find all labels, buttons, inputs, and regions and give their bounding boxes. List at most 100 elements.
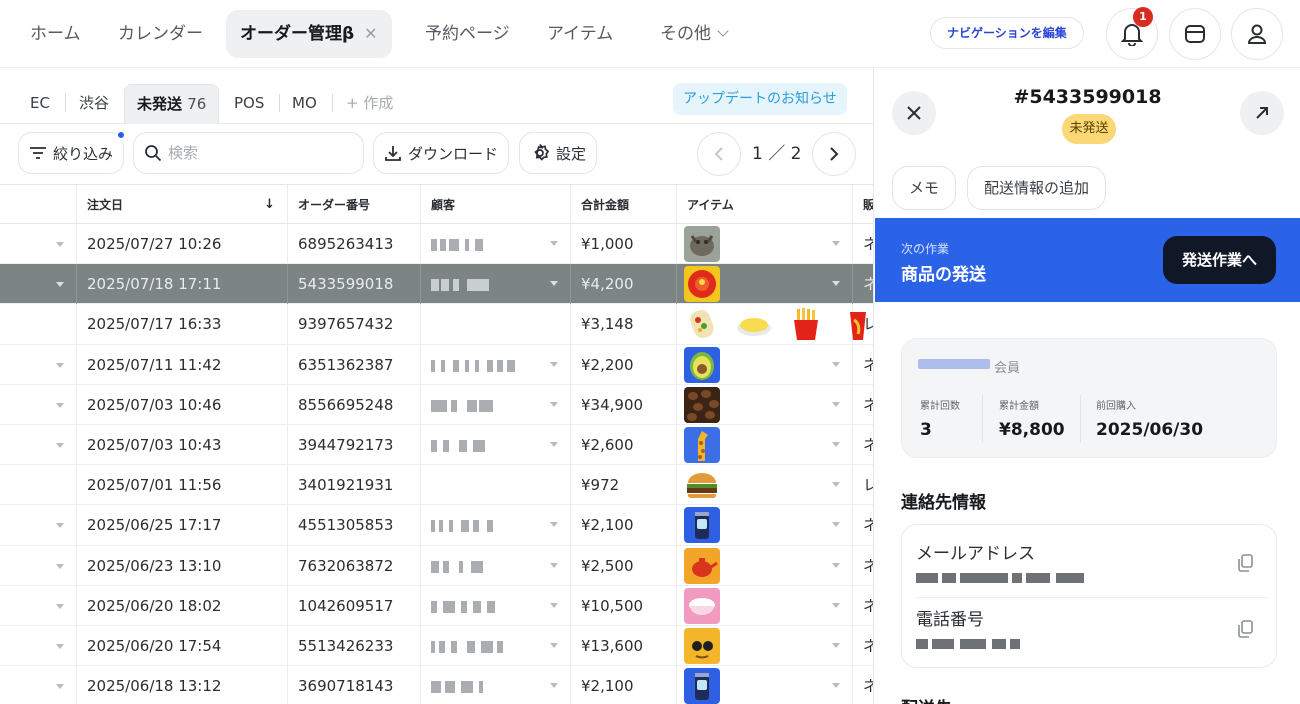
item-thumbnail-cat[interactable] xyxy=(684,226,720,262)
subtab-mo[interactable]: MO xyxy=(292,84,317,124)
customer-dropdown-icon[interactable] xyxy=(550,522,558,528)
expand-row-icon[interactable] xyxy=(56,643,64,649)
edit-navigation-button[interactable]: ナビゲーションを編集 xyxy=(930,17,1084,49)
add-shipping-info-button[interactable]: 配送情報の追加 xyxy=(967,166,1107,210)
table-row[interactable]: 2025/06/23 13:107632063872 ¥2,500 ネ xyxy=(0,545,873,586)
expand-row-icon[interactable] xyxy=(56,603,64,609)
expand-row-icon[interactable] xyxy=(56,362,64,368)
table-row-selected[interactable]: 2025/07/18 17:115433599018 ¥4,200 ネ xyxy=(0,264,873,305)
item-thumbnail-fries[interactable] xyxy=(788,306,824,342)
items-dropdown-icon[interactable] xyxy=(832,562,840,568)
store-button[interactable] xyxy=(1169,8,1221,60)
sort-descending-icon[interactable]: ↓ xyxy=(264,185,275,225)
customer-dropdown-icon[interactable] xyxy=(550,401,558,407)
settings-button[interactable]: 設定 xyxy=(519,132,598,174)
next-action-label: 次の作業 xyxy=(901,242,950,256)
items-dropdown-icon[interactable] xyxy=(832,683,840,689)
column-header-total[interactable]: 合計金額 xyxy=(570,185,676,225)
item-thumbnail-coffee[interactable] xyxy=(684,386,720,423)
item-thumbnail-can[interactable] xyxy=(684,668,720,704)
search-input[interactable] xyxy=(168,144,348,162)
copy-phone-icon[interactable] xyxy=(1236,619,1254,639)
items-dropdown-icon[interactable] xyxy=(832,241,840,246)
table-row[interactable]: 2025/07/11 11:426351362387 ¥2,200 ネ xyxy=(0,344,873,385)
table-row[interactable]: 2025/07/03 10:468556695248 ¥34,900 ネ xyxy=(0,384,873,425)
table-row[interactable]: 2025/06/20 18:021042609517 ¥10,500 ネ xyxy=(0,585,873,626)
item-thumbnail-giraffe[interactable] xyxy=(684,426,720,463)
customer-dropdown-icon[interactable] xyxy=(550,361,558,367)
expand-row-icon[interactable] xyxy=(56,402,64,408)
expand-row-icon[interactable] xyxy=(56,563,64,569)
customer-dropdown-icon[interactable] xyxy=(550,241,558,246)
table-row[interactable]: 2025/06/20 17:545513426233 ¥13,600 ネ xyxy=(0,625,873,667)
item-thumbnail-drink[interactable] xyxy=(840,306,873,342)
subtab-pos[interactable]: POS xyxy=(234,84,264,124)
item-thumbnail-avocado[interactable] xyxy=(684,346,720,383)
items-dropdown-icon[interactable] xyxy=(832,602,840,608)
item-thumbnails xyxy=(684,226,720,262)
close-tab-icon[interactable]: ✕ xyxy=(364,24,377,43)
table-row[interactable]: 2025/07/27 10:266895263413 ¥1,000 ネ xyxy=(0,224,873,265)
customer-dropdown-icon[interactable] xyxy=(550,683,558,689)
next-page-button[interactable] xyxy=(812,132,856,176)
items-dropdown-icon[interactable] xyxy=(832,281,840,287)
table-row[interactable]: 2025/06/18 13:123690718143 ¥2,100 ネ xyxy=(0,666,873,704)
items-dropdown-icon[interactable] xyxy=(832,522,840,528)
table-row[interactable]: 2025/06/25 17:174551305853 ¥2,100 ネ xyxy=(0,505,873,546)
item-thumbnail-omelette[interactable] xyxy=(736,306,772,342)
search-box[interactable] xyxy=(133,132,364,174)
table-row[interactable]: 2025/07/01 11:563401921931 ¥972 レ xyxy=(0,465,873,506)
prev-page-button[interactable] xyxy=(697,132,741,176)
start-shipping-button[interactable]: 発送作業へ xyxy=(1163,236,1276,284)
expand-row-icon[interactable] xyxy=(56,242,64,247)
subtab-shibuya[interactable]: 渋谷 xyxy=(79,84,109,124)
filter-button[interactable]: 絞り込み xyxy=(18,130,127,174)
customer-dropdown-icon[interactable] xyxy=(550,602,558,608)
item-thumbnail-burrito[interactable] xyxy=(684,306,720,342)
update-notice-button[interactable]: アップデートのお知らせ xyxy=(673,83,847,115)
item-thumbnail-can[interactable] xyxy=(684,507,720,544)
items-dropdown-icon[interactable] xyxy=(832,482,840,488)
nav-reservation[interactable]: 予約ページ xyxy=(425,10,510,58)
column-header-date[interactable]: 注文日 ↓ xyxy=(76,185,287,225)
sales-channel-cell: ネ xyxy=(852,384,873,425)
stat-divider xyxy=(1080,395,1081,443)
expand-row-icon[interactable] xyxy=(56,523,64,529)
table-row[interactable]: 2025/07/17 16:339397657432¥3,148レ xyxy=(0,304,873,345)
download-button[interactable]: ダウンロード xyxy=(373,132,510,174)
items-dropdown-icon[interactable] xyxy=(832,642,840,648)
account-button[interactable] xyxy=(1231,8,1283,60)
customer-dropdown-icon[interactable] xyxy=(550,441,558,447)
column-header-customer[interactable]: 顧客 xyxy=(420,185,570,225)
create-tab-button[interactable]: + 作成 xyxy=(346,84,393,124)
nav-home[interactable]: ホーム xyxy=(30,10,81,58)
item-thumbnail-bowl[interactable] xyxy=(684,587,720,624)
copy-email-icon[interactable] xyxy=(1236,553,1254,573)
column-header-channel[interactable]: 販 xyxy=(852,185,873,225)
table-row[interactable]: 2025/07/03 10:433944792173 ¥2,600 ネ xyxy=(0,424,873,466)
expand-row-icon[interactable] xyxy=(56,684,64,690)
item-thumbnail-face[interactable] xyxy=(684,627,720,664)
expand-row-icon[interactable] xyxy=(56,282,64,288)
subtab-ec[interactable]: EC xyxy=(30,84,50,124)
memo-button[interactable]: メモ xyxy=(892,166,957,210)
expand-row-icon[interactable] xyxy=(56,442,64,448)
customer-dropdown-icon[interactable] xyxy=(550,562,558,568)
notifications-button[interactable]: 1 xyxy=(1106,7,1158,60)
column-header-order-no[interactable]: オーダー番号 xyxy=(287,185,420,225)
customer-dropdown-icon[interactable] xyxy=(550,281,558,287)
item-thumbnail-burger[interactable] xyxy=(684,467,720,503)
subtab-unshipped[interactable]: 未発送 76 xyxy=(124,84,220,124)
open-external-button[interactable] xyxy=(1240,91,1284,135)
nav-items[interactable]: アイテム xyxy=(547,10,613,58)
nav-more[interactable]: その他 xyxy=(660,10,729,58)
nav-order-management[interactable]: オーダー管理β ✕ xyxy=(226,10,392,58)
item-thumbnail-red-plate[interactable] xyxy=(684,266,720,303)
nav-calendar[interactable]: カレンダー xyxy=(118,10,203,58)
items-dropdown-icon[interactable] xyxy=(832,361,840,367)
items-dropdown-icon[interactable] xyxy=(832,401,840,407)
customer-dropdown-icon[interactable] xyxy=(550,642,558,648)
column-header-items[interactable]: アイテム xyxy=(676,185,852,225)
item-thumbnail-teapot[interactable] xyxy=(684,547,720,584)
items-dropdown-icon[interactable] xyxy=(832,441,840,447)
